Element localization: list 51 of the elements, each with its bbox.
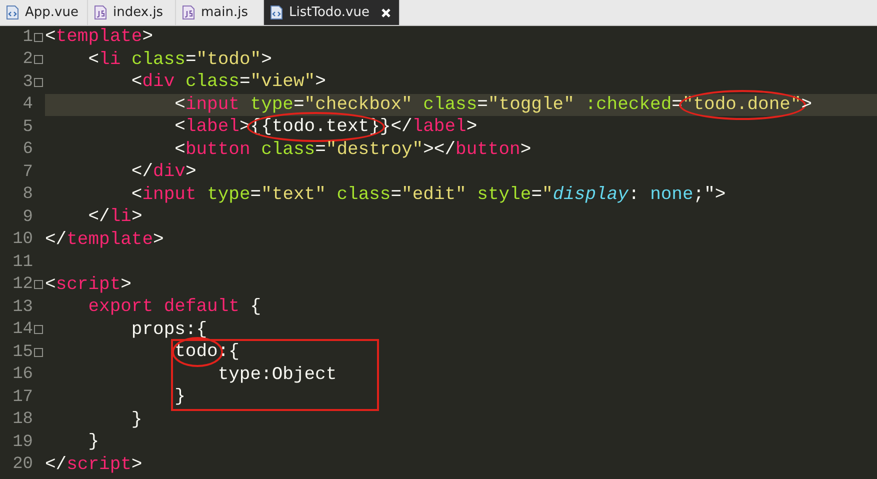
code-line: </div>	[130, 161, 198, 184]
file-tab[interactable]: index.js	[88, 0, 176, 25]
line-number: 3	[22, 72, 33, 92]
line-number: 13	[12, 298, 33, 317]
code-line: <li class="todo">	[87, 48, 273, 71]
code-line: props:{	[130, 318, 208, 341]
fold-icon[interactable]	[34, 55, 43, 64]
line-number: 14	[12, 320, 33, 340]
line-number: 2	[22, 50, 33, 70]
line-number: 18	[12, 410, 33, 430]
code-line: <button class="destroy"></button>	[174, 138, 532, 161]
code-line: </li>	[87, 206, 144, 228]
code-line: <div class="view">	[130, 71, 327, 94]
fold-icon[interactable]	[34, 280, 43, 290]
code-line: </template>	[45, 228, 165, 251]
fold-icon[interactable]	[34, 32, 43, 42]
code-file-icon	[270, 5, 283, 20]
code-line: }	[87, 431, 100, 454]
code-line: <template>	[45, 26, 154, 48]
close-icon[interactable]	[381, 8, 392, 18]
file-tab[interactable]: ListTodo.vue	[264, 0, 400, 25]
code-line: }	[130, 408, 144, 431]
line-number: 4	[22, 95, 33, 114]
line-number: 5	[22, 118, 33, 137]
script-file-icon	[182, 5, 195, 20]
line-number: 19	[12, 432, 33, 452]
line-number: 15	[12, 342, 33, 362]
line-number: 10	[12, 230, 33, 250]
script-file-icon	[94, 5, 107, 20]
line-number: 7	[22, 162, 33, 182]
line-number: 6	[22, 140, 33, 160]
fold-icon[interactable]	[34, 348, 43, 357]
code-line: <input type="text" class="edit" style="display: none;">	[130, 184, 727, 206]
line-number: 16	[12, 365, 33, 384]
code-line: todo:{	[45, 341, 877, 364]
code-line: }	[174, 386, 186, 408]
code-line: </script>	[45, 454, 144, 476]
line-number: 1	[22, 28, 33, 47]
code-line: export default {	[87, 296, 262, 318]
line-number: 11	[12, 252, 33, 272]
file-tab[interactable]: App.vue	[0, 0, 88, 25]
fold-icon[interactable]	[34, 78, 43, 87]
code-file-icon	[6, 5, 19, 20]
line-number: 9	[22, 208, 33, 227]
line-number: 8	[22, 185, 33, 204]
code-line: <script>	[45, 274, 132, 296]
line-number: 20	[12, 455, 33, 474]
code-line: type:Object	[216, 364, 338, 386]
line-number: 17	[12, 388, 33, 407]
fold-icon[interactable]	[34, 325, 43, 334]
line-number: 12	[12, 275, 33, 294]
